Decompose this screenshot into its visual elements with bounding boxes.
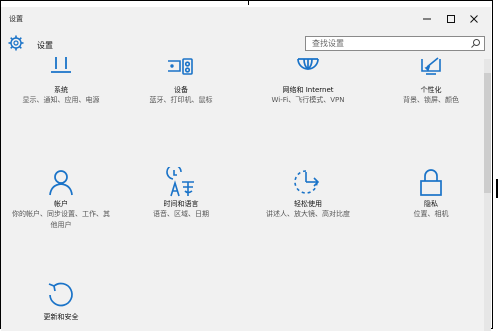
tile-description: 显示、通知、应用、电源 [22,96,100,104]
tile-system[interactable]: 系统 显示、通知、应用、电源 [1,55,121,106]
tile-description: 语音、区域、日期 [153,210,209,218]
page-title: 设置 [37,41,53,50]
privacy-icon [420,169,442,196]
tile-update-security[interactable]: 更新和安全 [1,280,121,322]
tile-description: 讲述人、放大镜、高对比度 [266,210,350,218]
tile-devices[interactable]: 设备 蓝牙、打印机、鼠标 [121,55,241,106]
tile-label: 隐私 [424,200,438,208]
tile-description: 背景、锁屏、颜色 [403,96,459,104]
tile-label: 更新和安全 [43,313,79,321]
window-title: 设置 [9,15,23,23]
tile-label: 系统 [54,86,68,94]
minimize-icon [423,18,431,20]
tile-label: 个性化 [420,86,442,94]
tile-label: 设备 [174,86,188,94]
tile-description: Wi-Fi、飞行模式、VPN [271,96,345,104]
tile-label: 时间和语言 [163,200,199,208]
search-input[interactable] [305,36,485,51]
personalization-icon [421,57,441,75]
maximize-icon [447,15,455,23]
update-security-icon [48,282,73,307]
accounts-icon [49,170,73,196]
tile-label: 轻松使用 [294,200,322,208]
settings-window: 设置 设置 查找设置 系统 显示、通知、应用、电源 设备 蓝牙、打印机、鼠标 网… [1,7,491,331]
system-icon [51,57,71,73]
tile-ease-of-access[interactable]: 轻松使用 讲述人、放大镜、高对比度 [248,167,368,220]
minimize-button[interactable] [419,12,435,26]
tile-label: 帐户 [54,200,68,208]
tile-accounts[interactable]: 帐户 你的帐户、同步设置、工作、其他用户 [1,167,121,231]
tile-description: 位置、相机 [413,210,449,218]
search-icon[interactable] [470,38,481,49]
frame-edge-mark [496,179,498,198]
maximize-button[interactable] [443,12,459,26]
devices-icon [168,58,193,75]
tile-personalization[interactable]: 个性化 背景、锁屏、颜色 [371,55,491,106]
close-button[interactable] [466,12,482,26]
title-bar: 设置 [1,7,491,33]
frame-notch [248,0,249,5]
ease-of-access-icon [294,170,320,194]
close-icon [470,15,478,23]
tile-label: 网络和 Internet [282,86,334,94]
tile-time-language[interactable]: 时间和语言 语音、区域、日期 [121,167,241,220]
tile-network[interactable]: 网络和 Internet Wi-Fi、飞行模式、VPN [248,55,368,106]
tile-description: 蓝牙、打印机、鼠标 [149,96,213,104]
network-icon [297,58,319,71]
tile-privacy[interactable]: 隐私 位置、相机 [371,167,491,220]
time-language-icon [166,167,194,197]
tile-description: 你的帐户、同步设置、工作、其他用户 [12,210,110,229]
gear-icon [8,35,24,51]
